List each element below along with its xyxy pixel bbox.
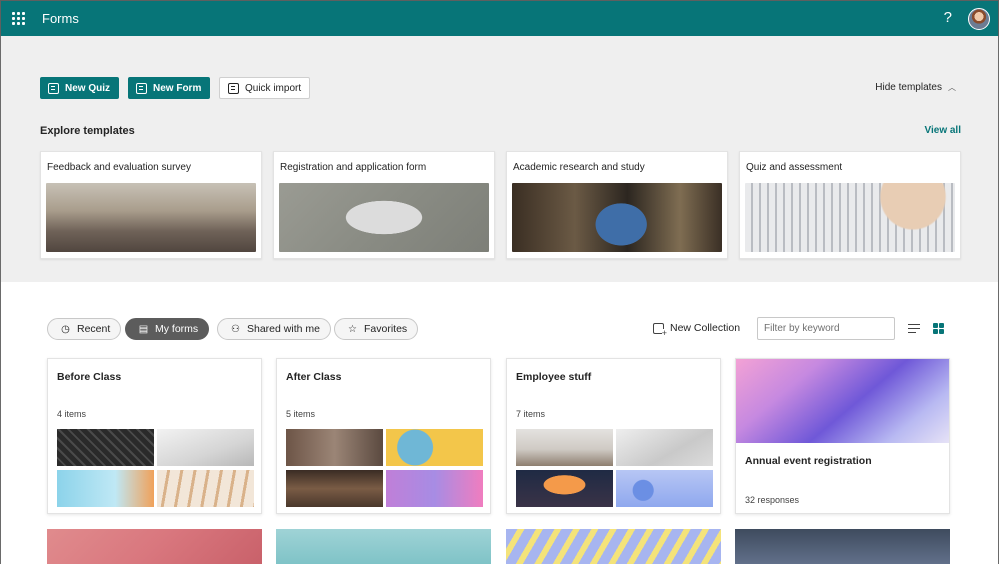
collection-name: After Class [286,371,342,383]
view-all-link[interactable]: View all [924,125,961,136]
collection-card[interactable]: Employee stuff 7 items [506,358,721,514]
collection-name: Employee stuff [516,371,592,383]
collection-card-partial[interactable] [276,529,491,564]
quick-import-label: Quick import [245,82,302,94]
quick-import-button[interactable]: Quick import [219,77,311,99]
tab-label: Recent [77,323,111,335]
collection-thumbnail [386,470,483,507]
chevron-up-icon: ︿ [948,83,956,92]
import-icon [228,82,239,94]
collection-thumbnail [157,429,254,466]
collection-count: 4 items [57,409,87,419]
form-cover-image [736,359,949,443]
star-icon: ☆ [348,323,357,335]
collection-name: Before Class [57,371,122,383]
template-title: Feedback and evaluation survey [47,162,191,173]
collection-card-partial[interactable] [506,529,721,564]
collection-thumbnail [57,429,154,466]
template-card-academic[interactable]: Academic research and study [506,151,728,259]
template-title: Quiz and assessment [746,162,843,173]
new-collection-label: New Collection [670,322,741,334]
collection-thumbnail [286,470,383,507]
clock-icon: ◷ [61,323,70,335]
new-collection-button[interactable]: New Collection [653,322,741,338]
template-card-feedback[interactable]: Feedback and evaluation survey [40,151,262,259]
tab-favorites[interactable]: ☆ Favorites [334,318,419,340]
tab-my-forms[interactable]: ▤ My forms [125,318,210,340]
collection-card[interactable]: After Class 5 items [276,358,491,514]
collection-card-partial[interactable] [47,529,262,564]
collection-thumbnail [57,470,154,507]
form-responses: 32 responses [745,495,800,505]
hide-templates-label: Hide templates [875,82,942,93]
template-card-quiz[interactable]: Quiz and assessment [739,151,961,259]
template-image [745,183,955,252]
hide-templates-button[interactable]: Hide templates ︿ [875,82,956,93]
template-image [46,183,256,252]
people-icon: ⚇ [231,323,240,335]
grid-view-icon[interactable] [933,323,944,334]
template-image [512,183,722,252]
list-view-icon[interactable] [908,324,920,334]
collection-thumbnail [616,429,713,466]
app-header: Forms ? [0,0,999,36]
tab-label: My forms [155,323,199,335]
app-title[interactable]: Forms [42,11,79,26]
search-input[interactable] [757,317,895,340]
explore-templates-heading: Explore templates [40,125,135,137]
template-title: Academic research and study [513,162,645,173]
form-card[interactable]: Annual event registration 32 responses [735,358,950,514]
form-card-partial[interactable] [735,529,950,564]
tab-label: Favorites [364,323,408,335]
template-title: Registration and application form [280,162,427,173]
tab-recent[interactable]: ◷ Recent [47,318,122,340]
form-title: Annual event registration [745,455,872,467]
form-icon [136,82,147,94]
window-border [0,36,1,564]
collection-thumbnail [516,429,613,466]
help-icon[interactable]: ? [944,9,952,26]
collection-thumbnail [286,429,383,466]
collection-thumbnail [386,429,483,466]
new-quiz-button[interactable]: New Quiz [40,77,120,99]
new-form-button[interactable]: New Form [128,77,211,99]
collection-card[interactable]: Before Class 4 items [47,358,262,514]
tab-shared-with-me[interactable]: ⚇ Shared with me [217,318,331,340]
collection-count: 5 items [286,409,316,419]
template-card-registration[interactable]: Registration and application form [273,151,495,259]
template-image [279,183,489,252]
collection-count: 7 items [516,409,546,419]
collection-thumbnail [516,470,613,507]
avatar[interactable] [968,8,990,30]
document-icon: ▤ [138,323,149,335]
new-collection-icon [653,322,667,338]
quiz-icon [48,82,59,94]
new-form-label: New Form [153,82,202,94]
new-quiz-label: New Quiz [65,82,111,94]
tab-label: Shared with me [247,323,320,335]
app-launcher-icon[interactable] [12,11,26,26]
collection-thumbnail [157,470,254,507]
collection-thumbnail [616,470,713,507]
